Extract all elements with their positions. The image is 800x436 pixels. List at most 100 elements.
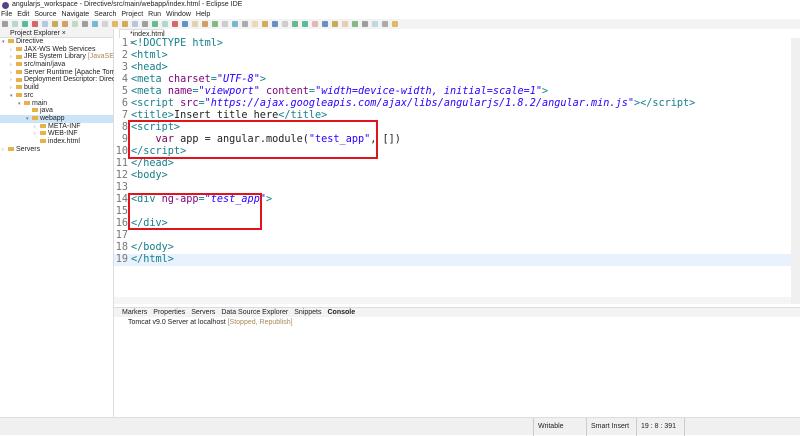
- toolbar-button-icon[interactable]: [132, 21, 138, 27]
- toolbar-button-icon[interactable]: [62, 21, 68, 27]
- toolbar-button-icon[interactable]: [362, 21, 368, 27]
- folder-icon: [32, 116, 38, 121]
- toolbar-button-icon[interactable]: [162, 21, 168, 27]
- status-insert-mode: Smart Insert: [586, 418, 629, 436]
- tree-item[interactable]: › Servers: [0, 146, 113, 154]
- tree-item[interactable]: ▾ Directive: [0, 38, 113, 46]
- tree-item[interactable]: › Deployment Descriptor: Directive: [0, 76, 126, 84]
- tree-item[interactable]: ▾ src: [0, 92, 113, 100]
- tab-data-source-explorer[interactable]: Data Source Explorer: [221, 308, 288, 317]
- tree-item[interactable]: › JAX-WS Web Services: [0, 46, 113, 54]
- toolbar-button-icon[interactable]: [182, 21, 188, 27]
- toolbar-button-icon[interactable]: [12, 21, 18, 27]
- window-title: angularjs_workspace - Directive/src/main…: [12, 1, 243, 8]
- toolbar-button-icon[interactable]: [232, 21, 238, 27]
- line-number: 12: [115, 170, 128, 181]
- line-number: 17: [115, 230, 128, 241]
- toolbar-button-icon[interactable]: [272, 21, 278, 27]
- toolbar-button-icon[interactable]: [242, 21, 248, 27]
- token: >: [265, 194, 273, 205]
- tab-console[interactable]: Console: [327, 308, 355, 317]
- tree-item[interactable]: java: [0, 107, 113, 115]
- tab-markers[interactable]: Markers: [122, 308, 147, 317]
- token: "width=device-width, initial=scale=1": [315, 86, 542, 97]
- code-line: 1 <!DOCTYPE html>: [114, 38, 800, 50]
- vertical-scrollbar[interactable]: [791, 38, 800, 304]
- tab-servers[interactable]: Servers: [191, 308, 215, 317]
- toolbar-button-icon[interactable]: [72, 21, 78, 27]
- token: charset: [167, 74, 211, 85]
- bottom-panel: Markers Properties Servers Data Source Expl…: [114, 307, 800, 417]
- toolbar-button-icon[interactable]: [252, 21, 258, 27]
- token: <head>: [131, 62, 168, 73]
- toolbar-button-icon[interactable]: [112, 21, 118, 27]
- tree-item[interactable]: › META-INF: [0, 123, 113, 131]
- folder-icon: [40, 139, 46, 144]
- token: >: [542, 86, 549, 97]
- token: <html>: [131, 50, 168, 61]
- toolbar-button-icon[interactable]: [32, 21, 38, 27]
- tab-snippets[interactable]: Snippets: [294, 308, 321, 317]
- token: >: [259, 74, 266, 85]
- toolbar-button-icon[interactable]: [42, 21, 48, 27]
- status-bar: Writable Smart Insert 19 : 8 : 391: [0, 417, 800, 436]
- toolbar-button-icon[interactable]: [292, 21, 298, 27]
- toolbar-button-icon[interactable]: [172, 21, 178, 27]
- tree-item-label: build: [24, 84, 39, 92]
- tree-item-label: Directive: [16, 38, 44, 45]
- toolbar-button-icon[interactable]: [2, 21, 8, 27]
- toolbar-button-icon[interactable]: [342, 21, 348, 27]
- token: content: [265, 86, 309, 97]
- tab-index-html[interactable]: *index.html ×: [119, 29, 165, 47]
- toolbar-button-icon[interactable]: [282, 21, 288, 27]
- tree-item[interactable]: › JRE System Library [JavaSE-16]: [0, 53, 126, 61]
- toolbar-button-icon[interactable]: [212, 21, 218, 27]
- toolbar-button-icon[interactable]: [392, 21, 398, 27]
- toolbar-button-icon[interactable]: [152, 21, 158, 27]
- tree-item-label: Deployment Descriptor: Directive: [24, 76, 127, 84]
- toolbar-button-icon[interactable]: [322, 21, 328, 27]
- tree-item[interactable]: › src/main/java: [0, 61, 113, 69]
- line-number: 6: [121, 98, 128, 109]
- toolbar-button-icon[interactable]: [122, 21, 128, 27]
- project-explorer: Project Explorer × ▾ Directive › JAX-WS Web…: [0, 29, 142, 417]
- token: name: [167, 86, 193, 97]
- token: </body>: [131, 242, 174, 253]
- tree-item[interactable]: › Server Runtime [Apache Tomcat v9.0]: [0, 69, 142, 77]
- folder-icon: [16, 54, 22, 59]
- tab-project-explorer[interactable]: Project Explorer ×: [0, 29, 113, 38]
- close-icon[interactable]: ×: [62, 30, 66, 37]
- folder-icon: [40, 123, 46, 128]
- tree-item[interactable]: ▾ webapp: [0, 114, 113, 123]
- tab-properties[interactable]: Properties: [153, 308, 185, 317]
- toolbar-button-icon[interactable]: [222, 21, 228, 27]
- tab-label: *index.html: [130, 31, 165, 38]
- tree-item[interactable]: › WEB-INF: [0, 130, 113, 138]
- toolbar-button-icon[interactable]: [82, 21, 88, 27]
- server-row[interactable]: Tomcat v9.0 Server at localhost [Stopped…: [114, 317, 800, 328]
- toolbar-button-icon[interactable]: [332, 21, 338, 27]
- toolbar-button-icon[interactable]: [192, 21, 198, 27]
- line-text: <script src="https://ajax.googleapis.com…: [131, 98, 695, 110]
- horizontal-scrollbar[interactable]: [114, 297, 791, 304]
- toolbar-button-icon[interactable]: [22, 21, 28, 27]
- tree-item[interactable]: ▾ main: [0, 100, 113, 108]
- tree-item[interactable]: › build: [0, 84, 113, 92]
- folder-icon: [24, 100, 30, 105]
- toolbar-button-icon[interactable]: [142, 21, 148, 27]
- toolbar-button-icon[interactable]: [262, 21, 268, 27]
- toolbar-button-icon[interactable]: [92, 21, 98, 27]
- tree-item-label: src/main/java: [24, 61, 66, 69]
- toolbar-button-icon[interactable]: [372, 21, 378, 27]
- toolbar-button-icon[interactable]: [382, 21, 388, 27]
- toolbar-button-icon[interactable]: [302, 21, 308, 27]
- line-number: 3: [121, 62, 128, 73]
- toolbar-button-icon[interactable]: [202, 21, 208, 27]
- toolbar-button-icon[interactable]: [352, 21, 358, 27]
- toolbar-button-icon[interactable]: [312, 21, 318, 27]
- tree-item[interactable]: index.html: [0, 138, 113, 146]
- eclipse-icon: [2, 2, 9, 9]
- toolbar-button-icon[interactable]: [102, 21, 108, 27]
- tree-item-label: META-INF: [48, 122, 81, 130]
- toolbar-button-icon[interactable]: [52, 21, 58, 27]
